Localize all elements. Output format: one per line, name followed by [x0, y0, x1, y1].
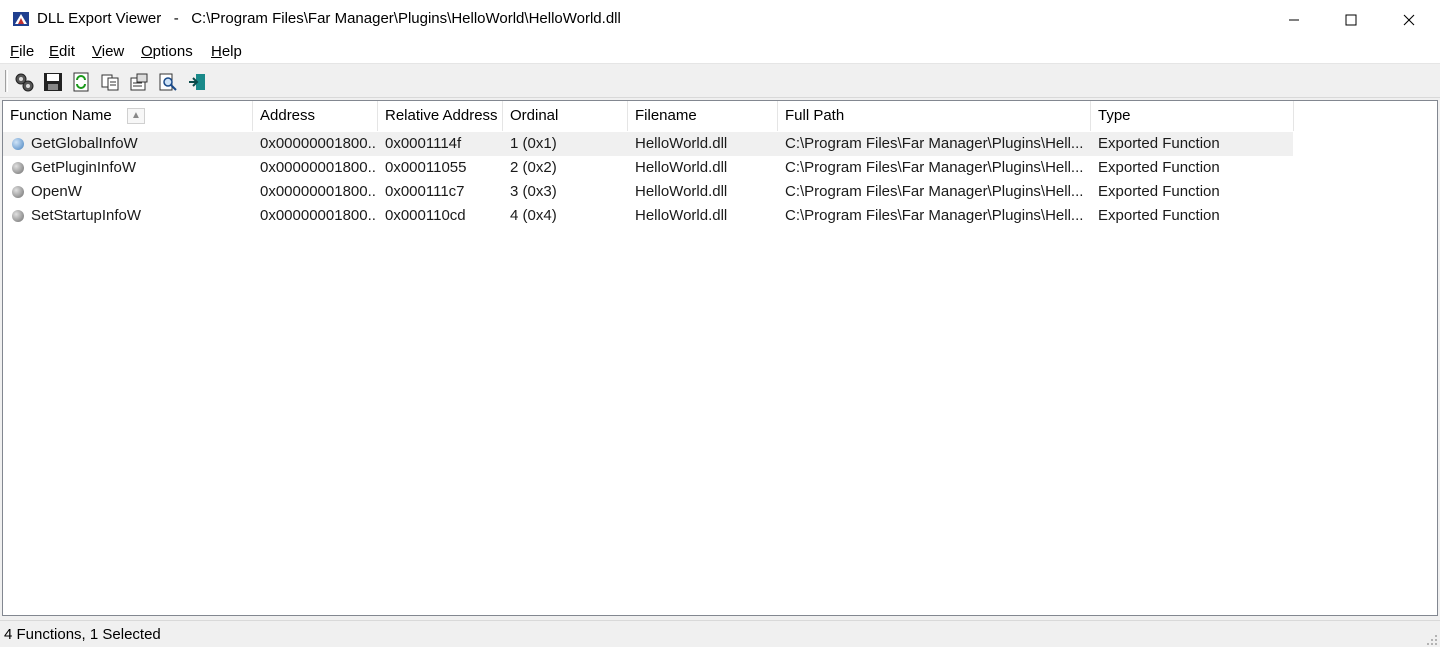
cell-function-name: SetStartupInfoW — [31, 207, 142, 224]
exports-list[interactable]: Function Name ▲ Address Relative Address… — [2, 100, 1438, 616]
toolbar-grip — [5, 70, 8, 92]
cell-filename: HelloWorld.dll — [635, 159, 728, 176]
function-icon — [12, 162, 24, 174]
table-row[interactable]: GetGlobalInfoW 0x00000001800... 0x0001114f… — [3, 132, 1293, 156]
save-icon[interactable] — [41, 70, 65, 94]
cell-filename: HelloWorld.dll — [635, 135, 728, 152]
column-filename[interactable]: Filename — [628, 101, 778, 131]
cell-type: Exported Function — [1098, 135, 1220, 152]
cell-address: 0x00000001800... — [260, 159, 376, 176]
globe-function-icon — [12, 138, 24, 150]
cell-relative-address: 0x000110cd — [385, 207, 466, 224]
column-full-path[interactable]: Full Path — [778, 101, 1091, 131]
cell-ordinal: 1 (0x1) — [510, 135, 557, 152]
column-type[interactable]: Type — [1091, 101, 1294, 131]
title-bar: DLL Export Viewer - C:\Program Files\Far… — [0, 0, 1440, 40]
table-row[interactable]: OpenW 0x00000001800... 0x000111c7 3 (0x3) He… — [3, 180, 1293, 204]
window-title: DLL Export Viewer - C:\Program Files\Far… — [37, 10, 621, 27]
html-report-icon[interactable] — [127, 70, 151, 94]
cell-ordinal: 2 (0x2) — [510, 159, 557, 176]
column-function-name[interactable]: Function Name ▲ — [3, 101, 253, 131]
function-icon — [12, 210, 24, 222]
menu-edit[interactable]: Edit — [49, 43, 75, 60]
table-row[interactable]: SetStartupInfoW 0x00000001800... 0x000110c… — [3, 204, 1293, 228]
cell-address: 0x00000001800... — [260, 207, 376, 224]
column-relative-address[interactable]: Relative Address — [378, 101, 503, 131]
column-ordinal[interactable]: Ordinal — [503, 101, 628, 131]
cell-filename: HelloWorld.dll — [635, 207, 728, 224]
cell-type: Exported Function — [1098, 183, 1220, 200]
sort-ascending-icon: ▲ — [127, 108, 145, 124]
cell-function-name: GetPluginInfoW — [31, 159, 137, 176]
cell-relative-address: 0x000111c7 — [385, 183, 465, 200]
menu-file[interactable]: File — [10, 43, 34, 60]
exit-icon[interactable] — [185, 70, 209, 94]
menu-view[interactable]: View — [92, 43, 124, 60]
toolbar — [0, 65, 1440, 98]
cell-relative-address: 0x0001114f — [385, 135, 462, 152]
status-text: 4 Functions, 1 Selected — [4, 626, 161, 643]
cell-full-path: C:\Program Files\Far Manager\Plugins\Hel… — [785, 207, 1084, 224]
table-row[interactable]: GetPluginInfoW 0x00000001800... 0x00011055… — [3, 156, 1293, 180]
close-button[interactable] — [1380, 0, 1438, 40]
find-icon[interactable] — [156, 70, 180, 94]
cell-address: 0x00000001800... — [260, 183, 376, 200]
app-icon — [12, 10, 30, 28]
cell-ordinal: 3 (0x3) — [510, 183, 557, 200]
cell-type: Exported Function — [1098, 159, 1220, 176]
cell-function-name: GetGlobalInfoW — [31, 135, 138, 152]
cell-filename: HelloWorld.dll — [635, 183, 728, 200]
menu-options[interactable]: Options — [141, 43, 193, 60]
properties-icon[interactable] — [12, 70, 36, 94]
cell-relative-address: 0x00011055 — [385, 159, 467, 176]
menu-bar: File Edit View Options Help — [0, 40, 1440, 64]
cell-function-name: OpenW — [31, 183, 82, 200]
resize-grip-icon[interactable] — [1426, 633, 1438, 645]
cell-full-path: C:\Program Files\Far Manager\Plugins\Hel… — [785, 135, 1084, 152]
function-icon — [12, 186, 24, 198]
column-address[interactable]: Address — [253, 101, 378, 131]
cell-address: 0x00000001800... — [260, 135, 376, 152]
minimize-button[interactable] — [1265, 0, 1323, 40]
cell-type: Exported Function — [1098, 207, 1220, 224]
menu-help[interactable]: Help — [211, 43, 242, 60]
copy-icon[interactable] — [98, 70, 122, 94]
status-bar: 4 Functions, 1 Selected — [0, 620, 1440, 647]
cell-full-path: C:\Program Files\Far Manager\Plugins\Hel… — [785, 159, 1084, 176]
cell-full-path: C:\Program Files\Far Manager\Plugins\Hel… — [785, 183, 1084, 200]
list-header: Function Name ▲ Address Relative Address… — [3, 101, 1437, 131]
refresh-icon[interactable] — [69, 70, 93, 94]
maximize-button[interactable] — [1322, 0, 1380, 40]
column-label: Function Name — [10, 107, 112, 124]
cell-ordinal: 4 (0x4) — [510, 207, 557, 224]
